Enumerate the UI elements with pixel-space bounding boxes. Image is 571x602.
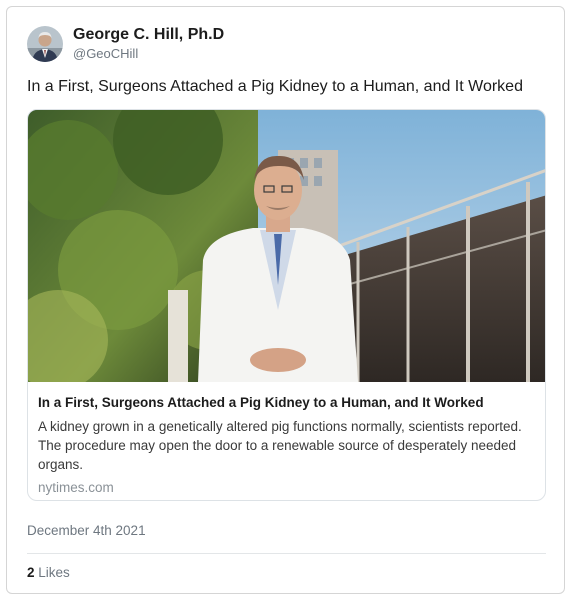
tweet-text: In a First, Surgeons Attached a Pig Kidn… [27,78,523,95]
link-preview-image[interactable] [28,110,546,382]
link-domain: nytimes.com [38,480,114,495]
link-description: A kidney grown in a genetically altered … [38,419,522,472]
tweet-card: George C. Hill, Ph.D @GeoCHill In a Firs… [6,6,565,594]
divider [27,553,546,554]
tweet-author[interactable]: George C. Hill, Ph.D @GeoCHill [27,25,224,62]
likes-label: Likes [38,565,70,580]
author-handle[interactable]: @GeoCHill [73,45,224,62]
link-title[interactable]: In a First, Surgeons Attached a Pig Kidn… [38,394,537,411]
avatar[interactable] [27,25,63,62]
author-name[interactable]: George C. Hill, Ph.D [73,25,224,45]
tweet-date[interactable]: December 4th 2021 [27,523,146,538]
likes-count: 2 [27,565,35,580]
likes-stat[interactable]: 2 Likes [27,565,70,580]
link-preview-card[interactable]: In a First, Surgeons Attached a Pig Kidn… [27,109,546,501]
